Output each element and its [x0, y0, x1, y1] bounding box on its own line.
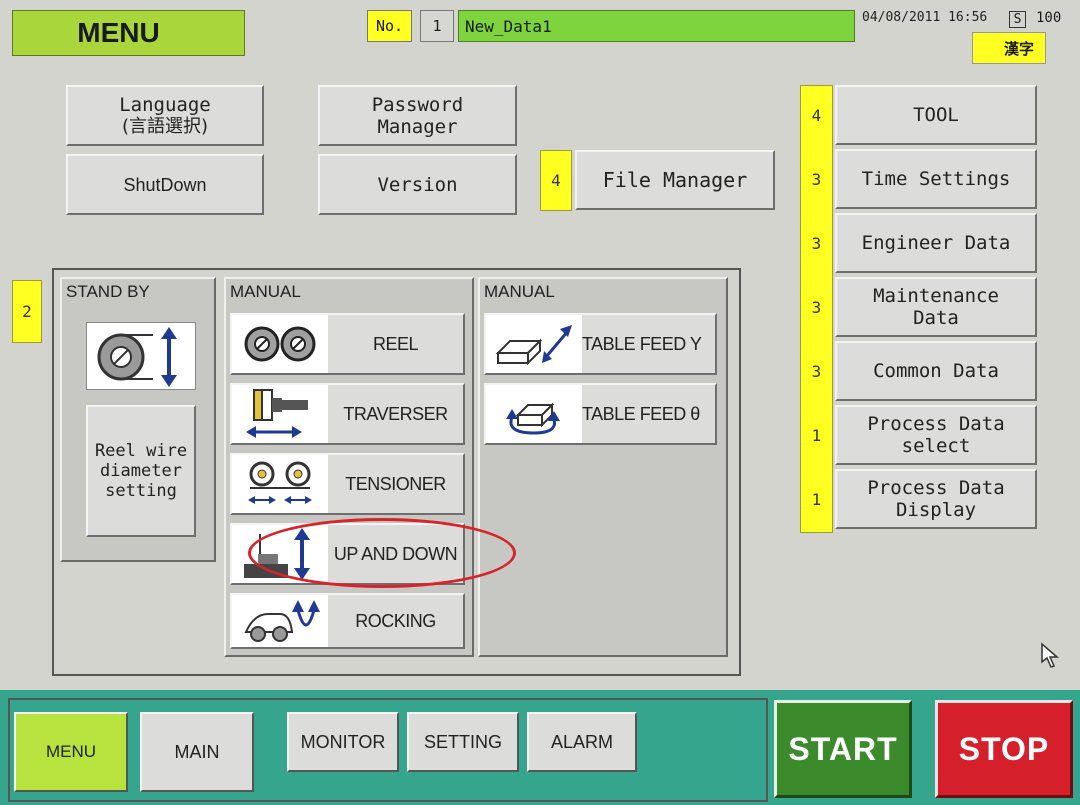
- right-menu-level-2: 3: [811, 233, 822, 253]
- right-menu-label-line1: TOOL: [913, 104, 959, 126]
- language-kanji-indicator: 漢字: [972, 32, 1046, 64]
- start-label: START: [788, 730, 898, 767]
- right-menu-level-3: 3: [811, 297, 822, 317]
- rocking-icon: [232, 595, 328, 647]
- right-menu-label-line1: Common Data: [873, 360, 999, 382]
- right-menu-label-line1: Process Data: [867, 413, 1005, 435]
- language-label-line1: Language: [119, 93, 211, 116]
- datetime-display: 04/08/2011 16:56: [862, 10, 988, 25]
- right-menu-label-line2: Display: [895, 499, 977, 521]
- rocking-label: ROCKING: [355, 610, 436, 631]
- right-menu-label-line2: Data: [913, 307, 959, 329]
- password-manager-button[interactable]: Password Manager: [318, 85, 517, 146]
- right-menu-button-2[interactable]: Engineer Data: [835, 213, 1037, 273]
- s-value: 100: [1036, 10, 1062, 26]
- language-label-line2: (言語選択): [121, 115, 209, 137]
- right-menu-level-1: 3: [811, 169, 822, 189]
- standby-icon[interactable]: [86, 322, 196, 390]
- data-name-field: New_Data1: [458, 10, 855, 42]
- setting-nav-button[interactable]: SETTING: [407, 712, 519, 772]
- panel-level: 2: [12, 280, 42, 343]
- stop-label: STOP: [958, 730, 1050, 767]
- version-button[interactable]: Version: [318, 154, 517, 215]
- traverser-label: TRAVERSER: [343, 403, 448, 424]
- right-menu-button-6[interactable]: Process Data Display: [835, 469, 1037, 529]
- traverser-button[interactable]: TRAVERSER: [230, 383, 465, 445]
- alarm-nav-button[interactable]: ALARM: [527, 712, 637, 772]
- main-nav-button[interactable]: MAIN: [140, 712, 254, 792]
- standby-header: STAND BY: [66, 282, 150, 301]
- menu-title-text: MENU: [77, 17, 160, 48]
- table-feed-y-button[interactable]: TABLE FEED Y: [484, 313, 717, 375]
- tensioner-icon: [232, 455, 328, 513]
- right-menu-label-line1: Maintenance: [873, 285, 999, 307]
- tensioner-label: TENSIONER: [345, 473, 446, 494]
- right-menu-level-0: 4: [811, 105, 822, 125]
- password-label-line1: Password: [371, 93, 464, 116]
- tensioner-button[interactable]: TENSIONER: [230, 453, 465, 515]
- right-menu-button-5[interactable]: Process Data select: [835, 405, 1037, 465]
- reel-label: REEL: [372, 333, 419, 354]
- table-feed-theta-label: TABLE FEED θ: [582, 403, 700, 424]
- reel-button[interactable]: REEL: [230, 313, 465, 375]
- data-no-value: 1: [420, 10, 454, 42]
- reel-wire-line1: Reel wire: [94, 441, 188, 461]
- table-feed-y-label: TABLE FEED Y: [582, 333, 702, 354]
- shutdown-button[interactable]: ShutDown: [66, 154, 264, 215]
- start-button[interactable]: START: [774, 700, 912, 798]
- menu-nav-button[interactable]: MENU: [14, 712, 128, 792]
- manual-1-header: MANUAL: [230, 282, 301, 301]
- table-feed-theta-icon: [486, 385, 582, 443]
- stop-button[interactable]: STOP: [935, 700, 1073, 798]
- right-menu-label-line1: Process Data: [867, 477, 1005, 499]
- file-manager-button[interactable]: File Manager: [575, 150, 775, 210]
- rocking-button[interactable]: ROCKING: [230, 593, 465, 649]
- mouse-cursor-icon: [1040, 642, 1060, 670]
- right-menu-label-line2: select: [901, 435, 971, 457]
- table-feed-theta-button[interactable]: TABLE FEED θ: [484, 383, 717, 445]
- right-menu-button-4[interactable]: Common Data: [835, 341, 1037, 401]
- reel-icon: [232, 315, 328, 373]
- traverser-icon: [232, 385, 328, 443]
- monitor-nav-button[interactable]: MONITOR: [287, 712, 399, 772]
- language-button[interactable]: Language (言語選択): [66, 85, 264, 146]
- file-manager-level: 4: [540, 150, 572, 211]
- manual-2-header: MANUAL: [484, 282, 555, 301]
- data-no-label: No.: [367, 10, 412, 42]
- right-menu-button-3[interactable]: Maintenance Data: [835, 277, 1037, 337]
- highlight-circle-annotation: [248, 518, 516, 588]
- right-menu-level-6: 1: [811, 489, 822, 509]
- table-feed-y-icon: [486, 315, 582, 373]
- right-menu-level-5: 1: [811, 425, 822, 445]
- reel-wire-line2: diameter: [100, 461, 182, 481]
- menu-title: MENU: [12, 10, 245, 56]
- right-menu-button-1[interactable]: Time Settings: [835, 149, 1037, 209]
- right-menu-level-4: 3: [811, 361, 822, 381]
- right-menu-label-line1: Time Settings: [861, 168, 1011, 190]
- reel-wire-diameter-setting-button[interactable]: Reel wire diameter setting: [86, 405, 196, 537]
- right-menu-label-line1: Engineer Data: [861, 232, 1011, 254]
- s-indicator: S: [1009, 11, 1026, 28]
- right-menu-button-0[interactable]: TOOL: [835, 85, 1037, 145]
- password-label-line2: Manager: [377, 115, 458, 138]
- reel-wire-line3: setting: [105, 481, 177, 501]
